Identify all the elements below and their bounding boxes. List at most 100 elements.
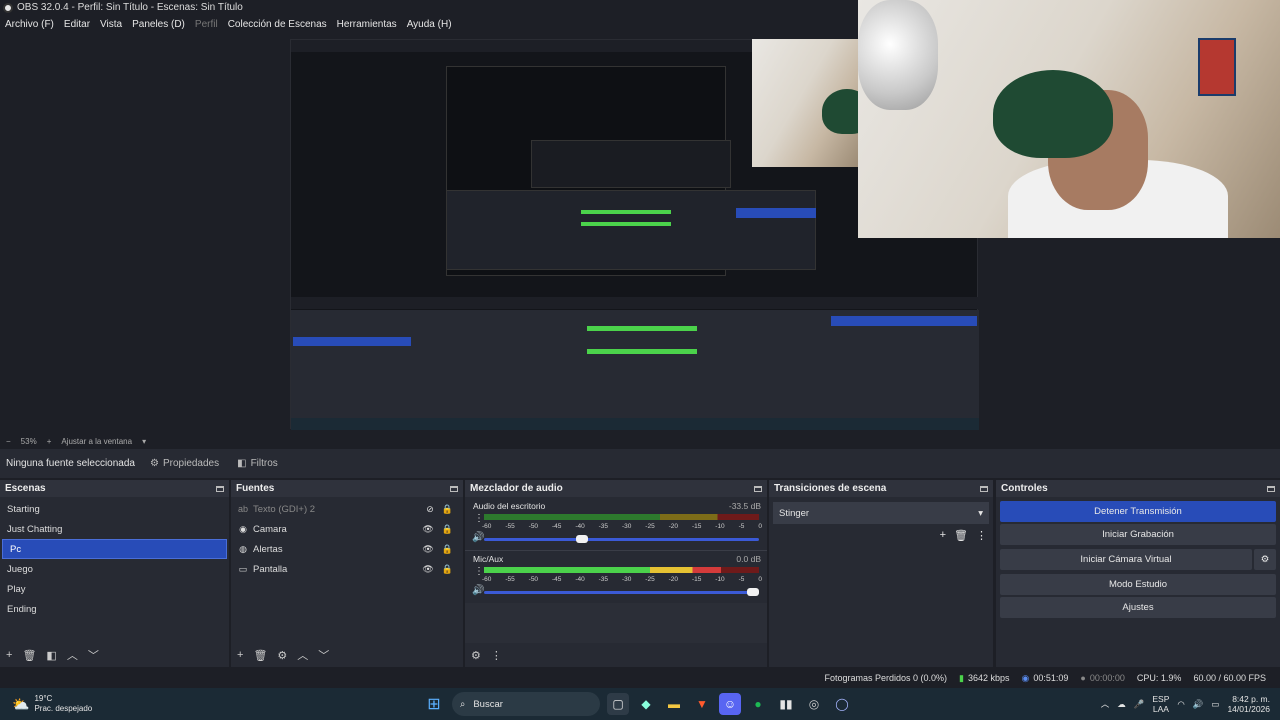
eye-icon[interactable]: 👁: [422, 524, 433, 535]
bitrate: ▮ 3642 kbps: [959, 672, 1010, 684]
language-indicator[interactable]: ESP LAA: [1152, 694, 1169, 714]
zoom-fit-dropdown[interactable]: Ajustar a la ventana: [61, 437, 132, 446]
channel-db: -33.5 dB: [728, 501, 761, 511]
undock-icon[interactable]: [216, 485, 224, 492]
lock-icon[interactable]: 🔒: [442, 524, 453, 535]
start-recording-button[interactable]: Iniciar Grabación: [1000, 524, 1276, 545]
copilot-icon[interactable]: ◆: [635, 693, 657, 715]
menu-herramientas[interactable]: Herramientas: [332, 19, 402, 30]
scene-item-pc[interactable]: Pc: [2, 539, 227, 559]
undock-icon[interactable]: [980, 485, 988, 492]
stream-time: ◉ 00:51:09: [1021, 672, 1069, 684]
undock-icon[interactable]: [754, 485, 762, 492]
speaker-icon[interactable]: 🔊: [472, 532, 484, 543]
sources-header: Fuentes: [231, 480, 463, 497]
scene-item-just-chatting[interactable]: Just Chatting: [0, 519, 229, 539]
mixer-header: Mezclador de audio: [465, 480, 767, 497]
menu-ayuda[interactable]: Ayuda (H): [402, 19, 457, 30]
settings-button[interactable]: Ajustes: [1000, 597, 1276, 618]
studio-mode-button[interactable]: Modo Estudio: [1000, 574, 1276, 595]
wifi-icon[interactable]: ◠: [1177, 699, 1184, 710]
scene-item-starting[interactable]: Starting: [0, 499, 229, 519]
scenes-title: Escenas: [5, 483, 46, 494]
chevron-up-icon[interactable]: ︿: [1101, 698, 1110, 710]
lock-icon[interactable]: 🔒: [442, 504, 453, 515]
discord-icon[interactable]: ☺: [719, 693, 741, 715]
signal-icon: ▮: [959, 672, 964, 683]
move-down-icon[interactable]: ﹀: [318, 647, 329, 663]
source-name: Camara: [253, 523, 287, 535]
menu-perfil[interactable]: Perfil: [190, 19, 223, 30]
volume-slider[interactable]: [484, 588, 759, 596]
network-app-icon[interactable]: ☁: [1117, 699, 1126, 710]
add-icon[interactable]: +: [940, 529, 946, 542]
zoom-out-button[interactable]: −: [6, 437, 11, 446]
menu-archivo[interactable]: Archivo (F): [0, 19, 59, 30]
volume-slider[interactable]: [484, 535, 759, 543]
chevron-down-icon[interactable]: ▾: [142, 437, 146, 446]
filter-icon[interactable]: ◧: [46, 649, 56, 662]
lock-icon[interactable]: 🔒: [442, 544, 453, 555]
zoom-bar: − 53% + Ajustar a la ventana ▾: [0, 434, 1280, 448]
text-icon: ab: [238, 504, 249, 514]
scene-item-play[interactable]: Play: [0, 579, 229, 599]
file-explorer-icon[interactable]: ▬: [663, 693, 685, 715]
filters-button[interactable]: ◧ Filtros: [231, 453, 284, 475]
move-down-icon[interactable]: ﹀: [88, 647, 99, 663]
battery-icon[interactable]: ▭: [1211, 699, 1219, 710]
virtual-cam-button[interactable]: Iniciar Cámara Virtual: [1000, 549, 1252, 570]
undock-icon[interactable]: [450, 485, 458, 492]
meter-ticks: -60 -55 -50 -45 -40 -35 -30 -25 -20 -15 -10 -5 0: [482, 576, 762, 583]
app-icon[interactable]: ◯: [831, 693, 853, 715]
sources-dock: Fuentes ab Texto (GDI+) 2 ⊘ 🔒 ◉ Camara 👁 🔒…: [231, 480, 463, 667]
spotify-icon[interactable]: ●: [747, 693, 769, 715]
source-item[interactable]: ▭ Pantalla 👁 🔒: [231, 559, 463, 579]
mixer-settings-icon[interactable]: ⚙: [471, 649, 481, 662]
zoom-in-button[interactable]: +: [47, 437, 52, 446]
kebab-menu-icon[interactable]: ⋮: [491, 649, 502, 662]
menu-coleccion-escenas[interactable]: Colección de Escenas: [223, 19, 332, 30]
microphone-icon[interactable]: 🎤: [1134, 699, 1145, 710]
eye-hidden-icon[interactable]: ⊘: [426, 504, 434, 515]
source-item[interactable]: ◉ Camara 👁 🔒: [231, 519, 463, 539]
volume-icon[interactable]: 🔊: [1193, 699, 1204, 710]
virtual-cam-settings-button[interactable]: ⚙: [1254, 549, 1276, 570]
stop-stream-button[interactable]: Detener Transmisión: [1000, 501, 1276, 522]
gear-icon[interactable]: ⚙: [277, 649, 287, 662]
transition-select[interactable]: Stinger ▾: [773, 502, 989, 524]
record-icon: ●: [1080, 673, 1086, 683]
menu-paneles[interactable]: Paneles (D): [127, 19, 190, 30]
kebab-menu-icon[interactable]: ⋮: [976, 529, 987, 542]
taskbar-search[interactable]: ⌕ Buscar: [452, 692, 600, 716]
obs-icon[interactable]: ◎: [803, 693, 825, 715]
transition-value: Stinger: [779, 507, 810, 519]
trash-icon[interactable]: 🗑: [954, 529, 968, 542]
scene-item-ending[interactable]: Ending: [0, 599, 229, 619]
weather-widget[interactable]: ⛅ 19°C Prac. despejado: [0, 694, 200, 714]
eye-icon[interactable]: 👁: [422, 544, 433, 555]
undock-icon[interactable]: [1267, 485, 1275, 492]
audio-app-icon[interactable]: ▮▮: [775, 693, 797, 715]
add-icon[interactable]: +: [237, 649, 243, 661]
trash-icon[interactable]: 🗑: [253, 649, 267, 662]
window-title: OBS 32.0.4 - Perfil: Sin Título - Escena…: [17, 2, 243, 13]
move-up-icon[interactable]: ︿: [67, 647, 78, 663]
scene-item-juego[interactable]: Juego: [0, 559, 229, 579]
move-up-icon[interactable]: ︿: [297, 647, 308, 663]
channel-name: Mic/Aux: [473, 554, 504, 564]
speaker-icon[interactable]: 🔊: [472, 585, 484, 596]
lock-icon[interactable]: 🔒: [442, 564, 453, 575]
source-item[interactable]: ab Texto (GDI+) 2 ⊘ 🔒: [231, 499, 463, 519]
windows-start-icon[interactable]: ⊞: [423, 693, 445, 715]
add-icon[interactable]: +: [6, 649, 12, 661]
task-view-icon[interactable]: ▢: [607, 693, 629, 715]
properties-button[interactable]: ⚙ Propiedades: [144, 453, 225, 475]
menu-vista[interactable]: Vista: [95, 19, 127, 30]
brave-icon[interactable]: ▼: [691, 693, 713, 715]
clock[interactable]: 8:42 p. m. 14/01/2026: [1227, 694, 1270, 714]
preview-canvas[interactable]: [0, 0, 1280, 433]
eye-icon[interactable]: 👁: [422, 564, 433, 575]
source-item[interactable]: ◍ Alertas 👁 🔒: [231, 539, 463, 559]
trash-icon[interactable]: 🗑: [22, 649, 36, 662]
menu-editar[interactable]: Editar: [59, 19, 95, 30]
